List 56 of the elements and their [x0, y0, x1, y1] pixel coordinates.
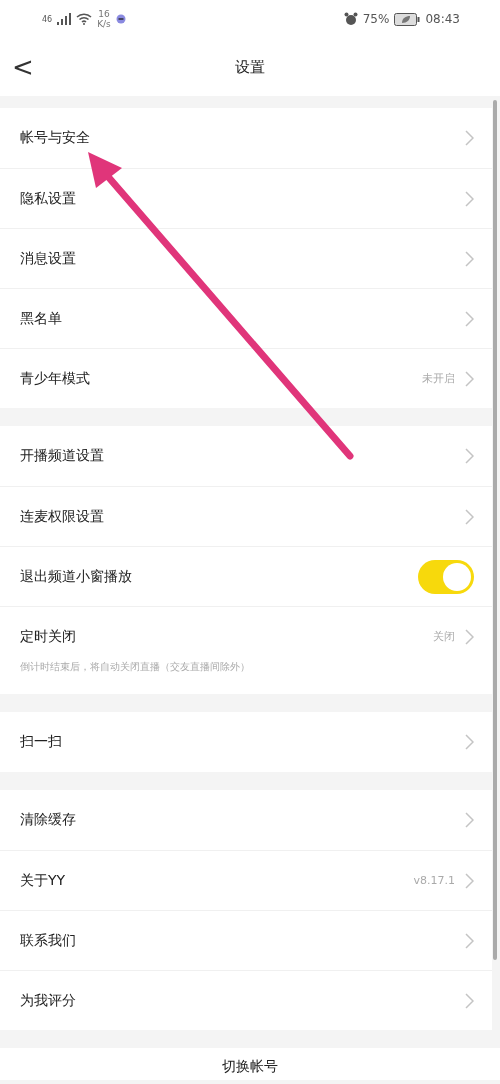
- item-label: 关于YY: [20, 871, 66, 890]
- chevron-icon: [465, 628, 474, 645]
- item-value: v8.17.1: [413, 874, 455, 887]
- item-label: 连麦权限设置: [20, 507, 104, 526]
- item-label: 帐号与安全: [20, 129, 90, 147]
- chevron-icon: [465, 812, 474, 828]
- chevron-icon: [465, 872, 474, 889]
- item-label: 联系我们: [20, 931, 76, 950]
- signal-icon: [57, 13, 72, 25]
- page-title: 设置: [235, 57, 265, 77]
- app-icon: [115, 14, 126, 24]
- settings-item[interactable]: 帐号与安全: [0, 108, 492, 168]
- settings-item[interactable]: 扫一扫: [0, 712, 492, 772]
- chevron-icon: [465, 130, 474, 146]
- chevron-icon: [465, 250, 474, 267]
- chevron-icon: [465, 370, 474, 387]
- item-value: 未开启: [422, 371, 455, 386]
- chevron-icon: [465, 932, 474, 949]
- item-label: 黑名单: [20, 309, 62, 328]
- item-label: 扫一扫: [20, 733, 62, 751]
- battery-icon: [394, 12, 421, 26]
- settings-item[interactable]: 青少年模式 未开启: [0, 348, 492, 408]
- settings-item[interactable]: 关于YY v8.17.1: [0, 850, 492, 910]
- settings-item[interactable]: 开播频道设置: [0, 426, 492, 486]
- settings-item[interactable]: 清除缓存: [0, 790, 492, 850]
- item-label: 退出频道小窗播放: [20, 567, 132, 586]
- settings-item[interactable]: 连麦权限设置: [0, 486, 492, 546]
- switch-account-button[interactable]: 切换帐号: [222, 1058, 278, 1076]
- network-speed: 16: [98, 9, 110, 19]
- toggle-switch[interactable]: [418, 559, 474, 594]
- chevron-icon: [465, 310, 474, 327]
- item-value: 关闭: [433, 629, 455, 644]
- item-label: 开播频道设置: [20, 447, 104, 465]
- battery-percent: 75%: [362, 12, 390, 26]
- settings-item[interactable]: 为我评分: [0, 970, 492, 1030]
- settings-item[interactable]: 消息设置: [0, 228, 492, 288]
- clock: 08:43: [425, 12, 460, 26]
- item-label: 为我评分: [20, 991, 76, 1010]
- network-type: 46: [42, 14, 53, 24]
- item-label: 定时关闭: [20, 627, 76, 646]
- item-label: 清除缓存: [20, 811, 76, 829]
- chevron-icon: [465, 734, 474, 750]
- wifi-icon: [76, 13, 93, 25]
- alarm-icon: [343, 12, 358, 26]
- settings-item[interactable]: 联系我们: [0, 910, 492, 970]
- chevron-icon: [465, 190, 474, 207]
- chevron-icon: [465, 992, 474, 1009]
- item-label: 青少年模式: [20, 369, 90, 388]
- settings-item[interactable]: 黑名单: [0, 288, 492, 348]
- chevron-icon: [465, 508, 474, 525]
- chevron-icon: [465, 448, 474, 464]
- settings-item[interactable]: 退出频道小窗播放: [0, 546, 492, 606]
- item-label: 消息设置: [20, 249, 76, 268]
- back-button[interactable]: <: [0, 52, 46, 82]
- speed-unit: K/s: [97, 19, 111, 29]
- item-label: 隐私设置: [20, 189, 76, 208]
